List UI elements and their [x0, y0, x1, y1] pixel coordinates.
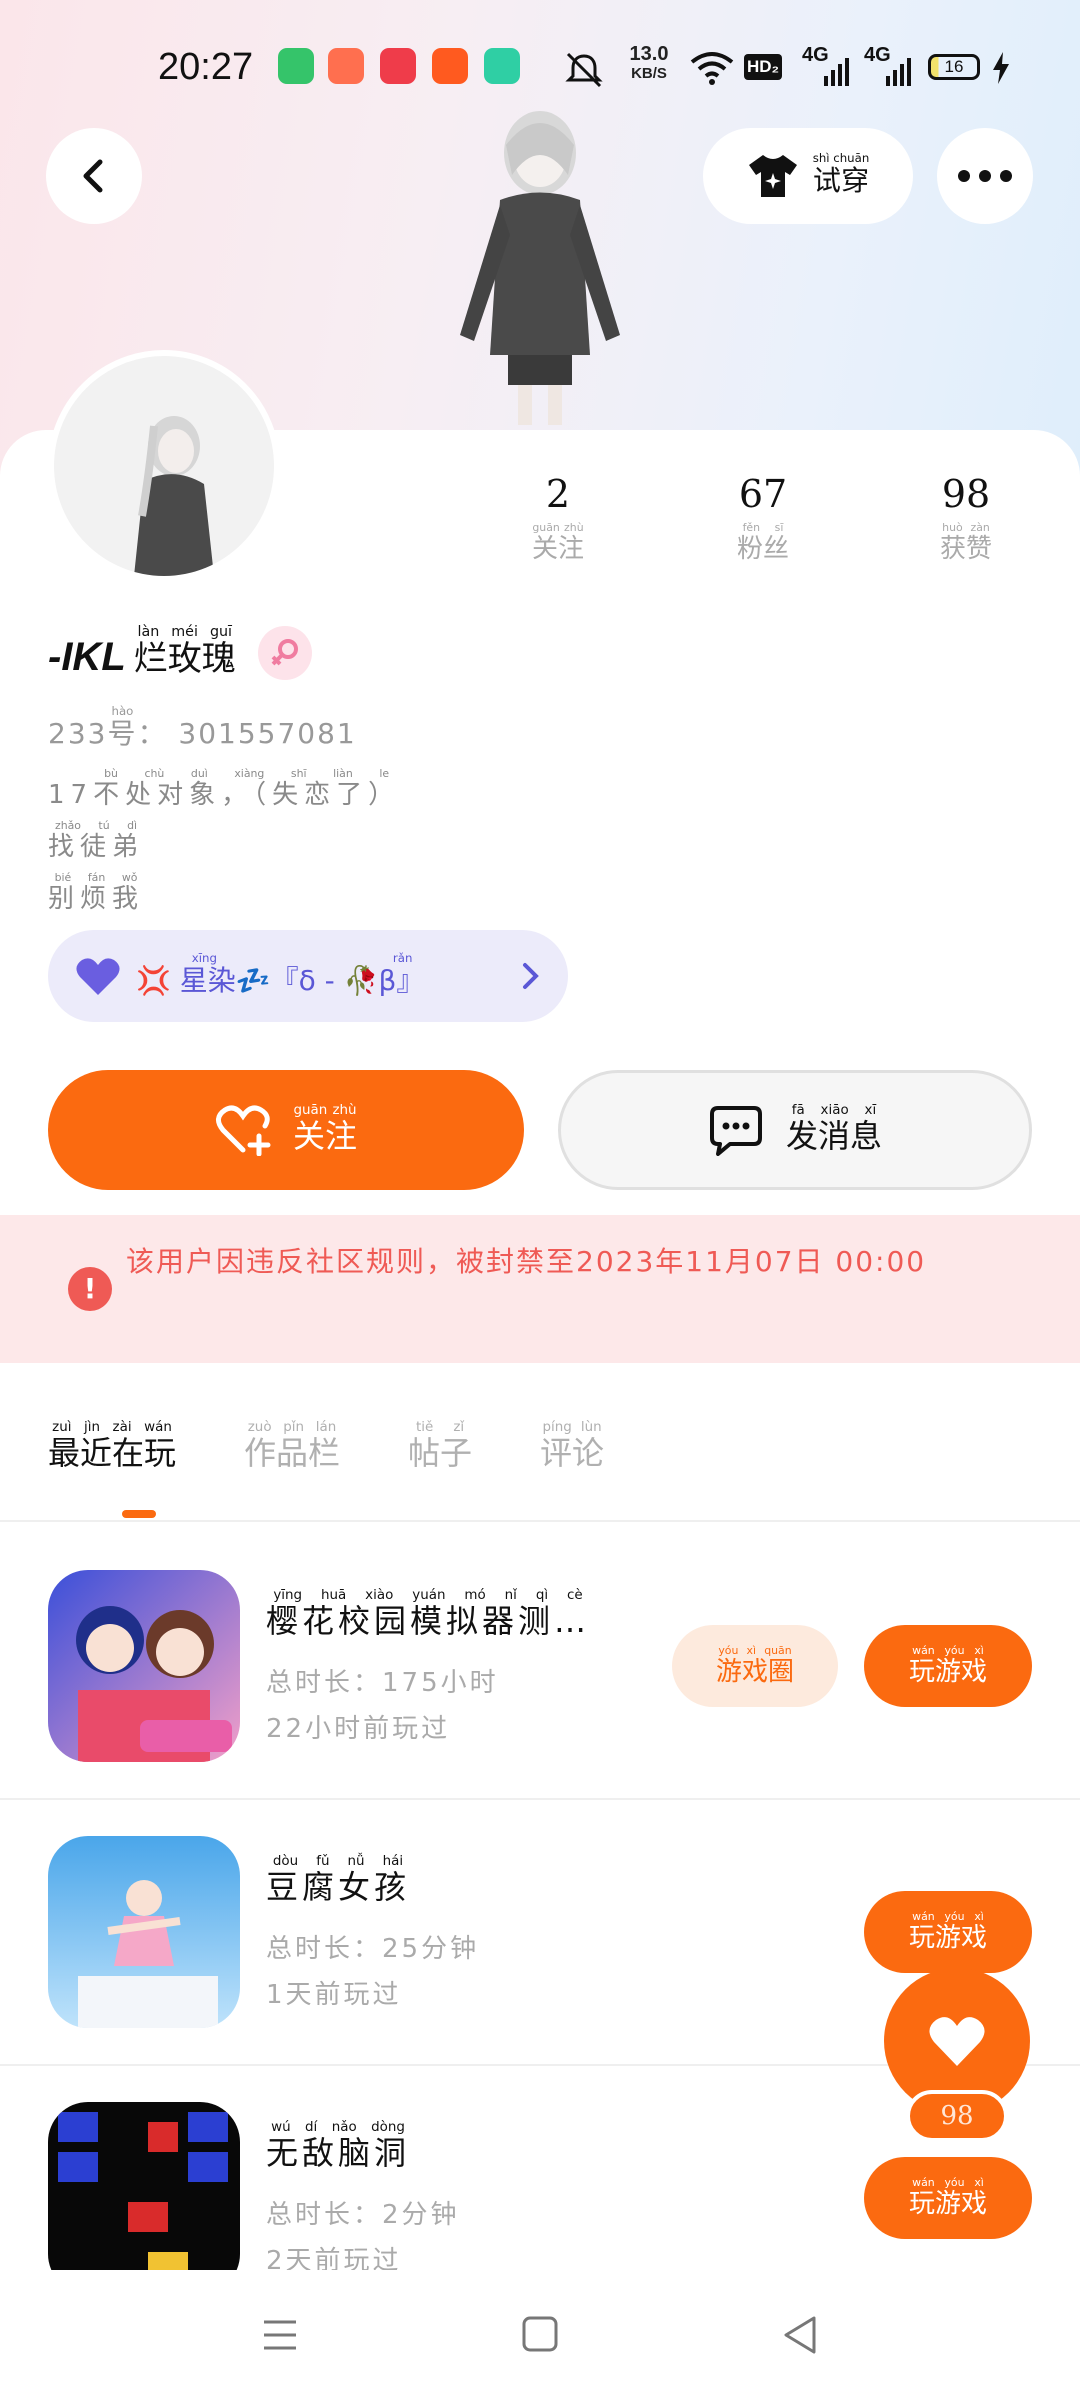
tab-posts[interactable]: 帖子tiě zǐ: [408, 1420, 472, 1510]
game-icon: [48, 1836, 240, 2028]
clan-badge[interactable]: 💢 星染💤『δ - 🥀β』xīng rǎn: [48, 930, 568, 1022]
wifi-icon: [690, 52, 734, 85]
active-tab-indicator: [122, 1510, 156, 1518]
try-on-label: 试穿shì chuān: [812, 151, 870, 197]
game-last-played: 1天前玩过: [266, 1980, 402, 2010]
chevron-right-icon: [523, 963, 539, 989]
profile-tabs: 最近在玩zuì jìn zài wán 作品栏zuò pǐn lán 帖子tiě…: [48, 1420, 672, 1510]
avatar-illustration: [134, 416, 214, 576]
nickname-chinese: 烂玫瑰làn méi guī: [133, 624, 236, 679]
profile-bio: 17不处对象，（失恋了）bù chù duì xiàng shī liàn le…: [48, 767, 401, 924]
try-on-button[interactable]: 试穿shì chuān: [703, 128, 913, 224]
user-id: 233号hào： 301557081: [48, 704, 357, 750]
taobao-app-icon: [432, 48, 468, 84]
bio-line-3: 别烦我bié fán wǒ: [48, 871, 145, 914]
avatar[interactable]: [48, 350, 280, 582]
status-bar: 20:27 13.0 KB/S HD₂ 4G 4G 16: [0, 40, 1080, 100]
alert-icon: !: [68, 1267, 112, 1311]
game-duration: 总时长：175小时: [266, 1668, 499, 1698]
stat-likes-value: 98: [941, 472, 991, 516]
follow-label: 关注guān zhù: [292, 1103, 357, 1155]
like-count-badge: 98: [906, 2090, 1008, 2142]
avatar-character-figure: [460, 111, 620, 425]
signal-bars-icon: [824, 58, 849, 86]
bio-line-2: 找徒弟zhǎo tú dì: [48, 819, 145, 862]
tab-comments[interactable]: 评论píng lùn: [540, 1420, 604, 1510]
stat-likes[interactable]: 98 获赞huò zàn: [886, 472, 1046, 565]
play-game-button[interactable]: 玩游戏wán yóu xì: [864, 1625, 1032, 1707]
game-last-played: 22小时前玩过: [266, 1714, 451, 1744]
network-speed: 13.0 KB/S: [629, 43, 669, 82]
send-message-button[interactable]: 发消息fā xiāo xī: [558, 1070, 1032, 1190]
stat-fans-label: 粉丝fěn sī: [736, 521, 789, 564]
heart-icon: [929, 2017, 985, 2066]
nickname-latin: -IKL: [48, 635, 126, 679]
follow-button[interactable]: 关注guān zhù: [48, 1070, 524, 1190]
heart-plus-icon: [215, 1105, 271, 1156]
chat-bubble-icon: [709, 1106, 762, 1156]
hd-voice-badge: HD₂: [744, 54, 782, 80]
charging-icon: [993, 52, 1009, 84]
system-navigation-bar: [0, 2270, 1080, 2400]
tabs-divider: [0, 1520, 1080, 1522]
app-notification-icon: [278, 48, 314, 84]
list-divider: [0, 1798, 1080, 1800]
chat-app-icon: [484, 48, 520, 84]
clan-name: 💢 星染💤『δ - 🥀β』xīng rǎn: [136, 951, 425, 997]
stat-fans-value: 67: [738, 472, 788, 516]
chevron-left-icon: [83, 159, 103, 193]
ban-notice-text: 该用户因违反社区规则，被封禁至2023年11月07日 00:00: [126, 1245, 927, 1278]
more-menu-button[interactable]: [937, 128, 1033, 224]
back-triangle-icon[interactable]: [770, 2310, 830, 2360]
menu-icon[interactable]: [250, 2310, 310, 2360]
stat-following-label: 关注guān zhù: [531, 521, 584, 564]
female-gender-icon: [257, 626, 312, 680]
game-icon: [48, 1570, 240, 1762]
game-title: 豆腐女孩dòu fǔ nǚ hái: [266, 1854, 411, 1906]
game-duration: 总时长：2分钟: [266, 2200, 460, 2230]
mute-bell-icon: [565, 52, 603, 88]
play-game-button[interactable]: 玩游戏wán yóu xì: [864, 2157, 1032, 2239]
signal-bars-icon: [886, 58, 911, 86]
bio-line-1: 17不处对象，（失恋了）bù chù duì xiàng shī liàn le: [48, 767, 401, 810]
tab-recently-played[interactable]: 最近在玩zuì jìn zài wán: [48, 1420, 176, 1510]
stat-following-value: 2: [545, 472, 571, 516]
stat-following[interactable]: 2 关注guān zhù: [478, 472, 638, 565]
play-game-button[interactable]: 玩游戏wán yóu xì: [864, 1891, 1032, 1973]
profile-name-row: -IKL 烂玫瑰làn méi guī: [48, 624, 312, 680]
stat-fans[interactable]: 67 粉丝fěn sī: [683, 472, 843, 565]
video-app-icon: [380, 48, 416, 84]
game-duration: 总时长：25分钟: [266, 1934, 480, 1964]
battery-level: 16: [928, 54, 980, 80]
list-item[interactable]: 樱花校园模拟器测…yīng huā xiào yuán mó nǐ qì cè …: [0, 1570, 1080, 1770]
game-title: 无敌脑洞wú dí nǎo dòng: [266, 2120, 411, 2172]
send-message-label: 发消息fā xiāo xī: [785, 1103, 882, 1155]
game-icon: [48, 2102, 240, 2294]
ban-notice-banner: ! 该用户因违反社区规则，被封禁至2023年11月07日 00:00: [0, 1215, 1080, 1363]
app-notification-icon: [328, 48, 364, 84]
stat-likes-label: 获赞huò zàn: [939, 521, 992, 564]
game-title: 樱花校园模拟器测…yīng huā xiào yuán mó nǐ qì cè: [266, 1588, 591, 1640]
game-circle-button[interactable]: 游戏圈yóu xì quān: [672, 1625, 838, 1707]
heart-icon: [76, 958, 120, 995]
back-button[interactable]: [46, 128, 142, 224]
more-dots-icon: [958, 170, 1012, 182]
tshirt-icon: [748, 155, 797, 197]
status-time: 20:27: [158, 46, 254, 88]
home-icon[interactable]: [510, 2310, 570, 2360]
tab-works[interactable]: 作品栏zuò pǐn lán: [244, 1420, 340, 1510]
